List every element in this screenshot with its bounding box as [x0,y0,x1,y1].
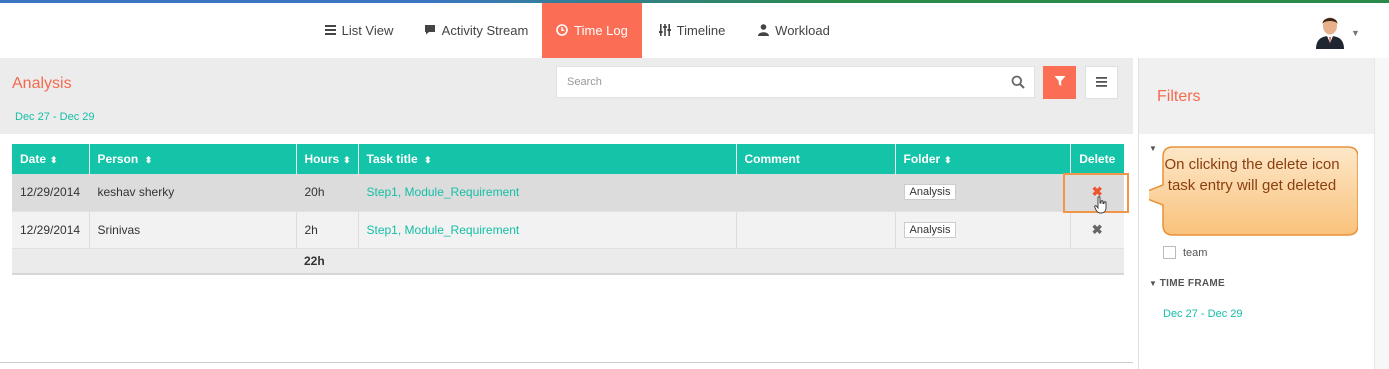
cell-delete: ✖ [1070,211,1124,249]
tab-workload[interactable]: Workload [748,3,840,58]
header-label: Delete [1079,152,1116,166]
clock-icon [556,23,568,38]
caret-down-icon: ▼ [1149,279,1160,288]
header-label: Person [97,152,139,166]
cell-comment [736,211,896,249]
sort-icon: ⬍ [50,155,58,165]
tab-label: Activity Stream [441,23,529,38]
cell-hours: 20h [296,174,359,212]
table-row[interactable]: 12/29/2014 keshav sherky 20h Step1, Modu… [12,174,1124,212]
page-title: Analysis [12,75,72,92]
cell-person: keshav sherky [89,174,297,212]
user-avatar[interactable] [1316,13,1344,49]
col-header-folder[interactable]: Folder ⬍ [895,144,1071,174]
top-navbar: List View Activity Stream Time Log Timel… [0,3,1389,58]
cell-task-title: Step1, Module_Requirement [358,211,737,249]
header-label: Folder [903,152,941,166]
comment-icon [424,24,436,37]
folder-tag: Analysis [903,221,957,238]
cell-date: 12/29/2014 [12,211,90,249]
date-to: Dec 29 [59,111,95,123]
header-label: Task title [366,152,418,166]
total-empty [89,248,296,275]
team-label: team [1183,247,1208,259]
tab-label: Time Log [574,23,628,38]
tab-time-log[interactable]: Time Log [542,3,642,58]
tab-label: List View [341,23,394,38]
col-header-date[interactable]: Date ⬍ [12,144,90,174]
tab-timeline[interactable]: Timeline [648,3,736,58]
cell-hours: 2h [296,211,359,249]
task-link[interactable]: Step1, Module_Requirement [367,223,520,237]
sliders-icon [658,23,671,38]
time-frame-label: TIME FRAME [1159,278,1225,289]
cell-comment [736,174,896,212]
date-range[interactable]: Dec 27 - Dec 29 [15,111,95,123]
sort-icon: ⬍ [421,155,432,165]
search-icon[interactable] [1011,75,1025,89]
delete-icon[interactable]: ✖ [1092,222,1103,237]
total-empty [736,248,895,275]
cell-person: Srinivas [89,211,297,249]
date-from: Dec 27 [15,111,50,123]
time-log-table: Date ⬍ Person ⬍ Hours ⬍ Task title ⬍ Comme… [12,144,1124,275]
divider [0,362,1133,363]
cell-task-title: Step1, Module_Requirement [358,174,737,212]
col-header-delete: Delete [1070,144,1124,174]
sort-icon: ⬍ [944,155,952,165]
total-hours: 22h [296,248,358,275]
date-to: Dec 29 [1207,308,1243,320]
time-frame-range[interactable]: Dec 27 - Dec 29 [1163,308,1243,320]
col-header-task-title[interactable]: Task title ⬍ [358,144,737,174]
tab-list-view[interactable]: List View [313,3,405,58]
date-separator: - [1200,308,1205,320]
callout-text: On clicking the delete icon task entry w… [1164,156,1340,194]
total-empty [12,248,89,275]
tab-label: Workload [775,23,830,38]
col-header-hours[interactable]: Hours ⬍ [296,144,359,174]
filter-button[interactable] [1043,66,1076,99]
hand-cursor-icon [1094,196,1108,214]
hamburger-icon [1096,74,1107,92]
team-checkbox[interactable] [1163,246,1176,259]
cell-folder: Analysis [895,174,1071,212]
scrollbar[interactable] [1374,58,1389,369]
total-empty [358,248,736,275]
total-row: 22h [12,248,1124,275]
search-box [556,66,1035,98]
folder-tag: Analysis [903,184,957,201]
table-row[interactable]: 12/29/2014 Srinivas 2h Step1, Module_Req… [12,211,1124,249]
total-empty [895,248,1070,275]
sort-icon: ⬍ [343,155,351,165]
filter-icon [1054,74,1066,92]
date-separator: - [52,111,57,123]
total-empty [1070,248,1124,275]
col-header-comment: Comment [736,144,896,174]
header-label: Date [20,152,47,166]
header-label: Comment [744,152,800,166]
search-input[interactable] [557,67,977,97]
date-from: Dec 27 [1163,308,1198,320]
time-frame-heading[interactable]: ▼ TIME FRAME [1149,278,1225,289]
cell-date: 12/29/2014 [12,174,90,212]
cell-folder: Analysis [895,211,1071,249]
sort-icon: ⬍ [142,155,153,165]
tab-label: Timeline [676,23,726,38]
filters-header: Filters [1139,58,1375,134]
task-link[interactable]: Step1, Module_Requirement [367,185,520,199]
analysis-header: Analysis Dec 27 - Dec 29 [0,58,1133,134]
user-icon [758,23,770,38]
user-menu-caret-icon[interactable]: ▼ [1351,28,1360,38]
list-icon [324,24,336,37]
header-label: Hours [304,152,340,166]
table-header-row: Date ⬍ Person ⬍ Hours ⬍ Task title ⬍ Comme… [12,144,1124,174]
col-header-person[interactable]: Person ⬍ [89,144,297,174]
filters-title: Filters [1157,88,1201,105]
menu-button[interactable] [1085,66,1118,99]
tab-activity-stream[interactable]: Activity Stream [412,3,540,58]
